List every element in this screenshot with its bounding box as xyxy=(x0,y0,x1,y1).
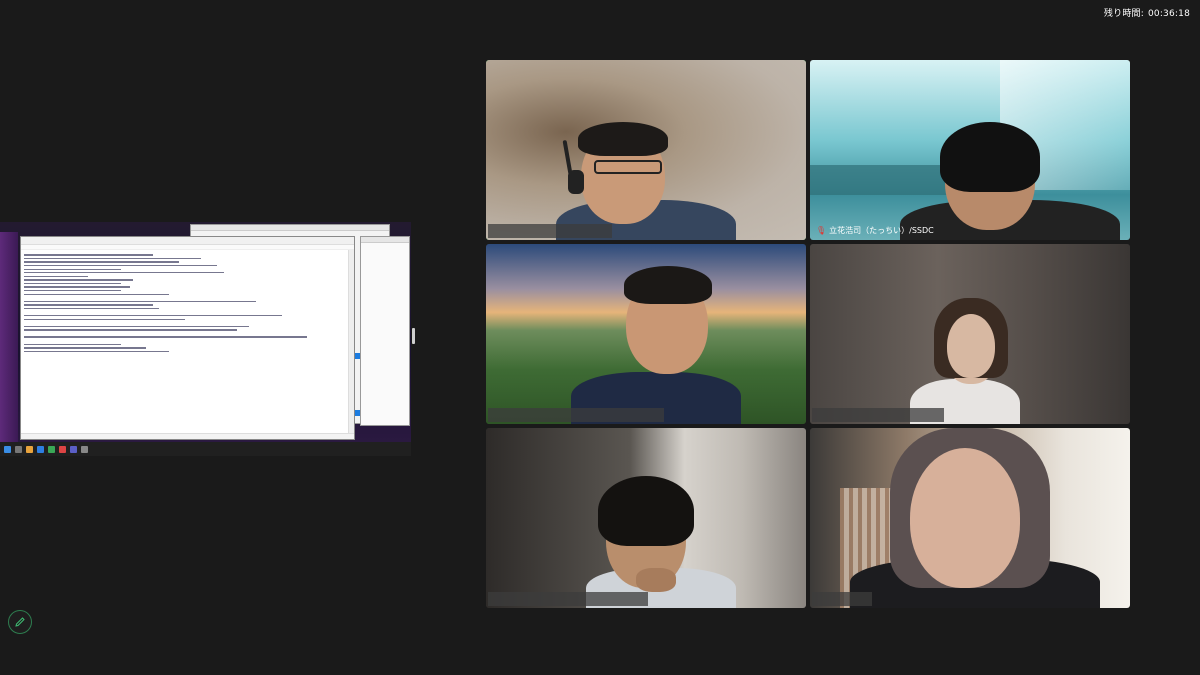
pencil-icon[interactable] xyxy=(8,610,32,634)
participant-name-bar: 🎙︎ 立花浩司（たっちい）/SSDC xyxy=(812,224,938,238)
participant-video-tile[interactable] xyxy=(486,244,806,424)
participant-video-tile[interactable] xyxy=(810,428,1130,608)
folder-icon xyxy=(26,445,33,453)
mic-muted-icon: 🎙︎ xyxy=(816,226,827,235)
chrome-icon xyxy=(48,445,55,453)
app-icon xyxy=(81,445,88,453)
edge-icon xyxy=(37,445,44,453)
furniture xyxy=(810,165,960,195)
notepad-menu xyxy=(21,245,354,250)
remaining-time-value: 00:36:18 xyxy=(1147,9,1190,19)
participant-video-tile[interactable] xyxy=(486,60,806,240)
teams-icon xyxy=(70,445,77,453)
side-window xyxy=(360,236,410,426)
participant-name: 立花浩司（たっちい）/SSDC xyxy=(829,226,934,235)
remaining-time-label: 残り時間: xyxy=(1103,9,1144,19)
participant-video-tile[interactable] xyxy=(810,244,1130,424)
participant-video-tile[interactable] xyxy=(486,428,806,608)
notepad-window xyxy=(20,236,355,440)
notepad-statusbar xyxy=(21,433,354,439)
shared-desktop xyxy=(0,222,411,442)
notepad-scrollbar xyxy=(348,250,354,433)
windows-taskbar xyxy=(0,442,411,456)
notepad-text xyxy=(24,252,346,431)
pencil-icon xyxy=(15,617,25,627)
resize-handle[interactable] xyxy=(412,328,415,344)
participant-name-bar xyxy=(812,592,872,606)
shared-screen[interactable] xyxy=(0,222,411,456)
search-icon xyxy=(15,445,22,453)
participant-name-bar xyxy=(488,592,648,606)
desktop-wallpaper xyxy=(0,232,18,442)
participant-name-bar xyxy=(488,408,664,422)
participant-video-tile[interactable]: 🎙︎ 立花浩司（たっちい）/SSDC xyxy=(810,60,1130,240)
notepad-titlebar xyxy=(21,237,354,245)
participant-name-bar xyxy=(812,408,944,422)
remaining-time: 残り時間: 00:36:18 xyxy=(1104,6,1190,19)
app-icon xyxy=(59,445,66,453)
start-icon xyxy=(4,445,11,453)
participant-name-bar xyxy=(488,224,612,238)
